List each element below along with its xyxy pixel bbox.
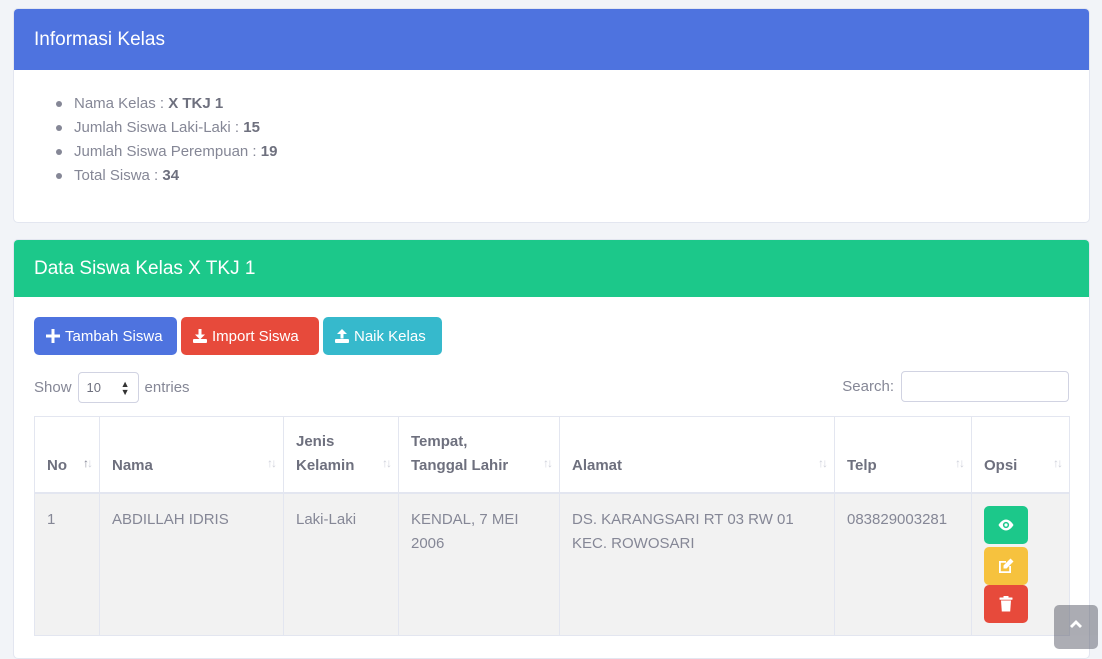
- edit-icon: [999, 558, 1014, 573]
- table-row: 1 ABDILLAH IDRIS Laki-Laki KENDAL, 7 MEI…: [34, 492, 1070, 636]
- cell-alamat: DS. KARANGSARI RT 03 RW 01 KEC. ROWOSARI: [559, 492, 835, 636]
- info-item-male-count: Jumlah Siswa Laki-Laki : 15: [56, 116, 1089, 140]
- table-search: Search:: [842, 371, 1069, 402]
- sort-icon: ↑↓: [543, 455, 553, 470]
- cell-jenis-kelamin: Laki-Laki: [283, 492, 399, 636]
- entries-length-control: Show 10 ▲ ▼ entries: [34, 372, 190, 403]
- class-info-card: Informasi Kelas Nama Kelas : X TKJ 1 Jum…: [13, 8, 1090, 223]
- student-table: No ↑↓ Nama ↑↓ Jenis Kelamin ↑↓ Tempat, Tangga…: [34, 416, 1070, 636]
- cell-no: 1: [34, 492, 100, 636]
- cell-nama: ABDILLAH IDRIS: [99, 492, 284, 636]
- col-header-alamat[interactable]: Alamat ↑↓: [559, 416, 835, 493]
- table-header-row: No ↑↓ Nama ↑↓ Jenis Kelamin ↑↓ Tempat, Tangga…: [34, 416, 1070, 493]
- sort-icon: ↑↓: [267, 455, 277, 470]
- col-header-nama[interactable]: Nama ↑↓: [99, 416, 284, 493]
- download-icon: [193, 329, 207, 343]
- delete-button[interactable]: [984, 584, 1028, 623]
- info-item-class-name: Nama Kelas : X TKJ 1: [56, 92, 1089, 116]
- col-header-opsi[interactable]: Opsi ↑↓: [971, 416, 1070, 493]
- add-student-button[interactable]: Tambah Siswa: [34, 317, 177, 355]
- search-input[interactable]: [901, 371, 1069, 402]
- col-header-telp[interactable]: Telp ↑↓: [834, 416, 972, 493]
- col-header-jenis-kelamin[interactable]: Jenis Kelamin ↑↓: [283, 416, 399, 493]
- chevron-up-icon: [1070, 620, 1082, 628]
- entries-label: entries: [144, 379, 190, 396]
- trash-icon: [999, 595, 1013, 611]
- plus-icon: [46, 329, 60, 343]
- cell-telp: 083829003281: [834, 492, 972, 636]
- col-header-no[interactable]: No ↑↓: [34, 416, 100, 493]
- select-caret-icon: ▲ ▼: [120, 378, 130, 397]
- class-info-list: Nama Kelas : X TKJ 1 Jumlah Siswa Laki-L…: [14, 92, 1089, 188]
- info-item-female-count: Jumlah Siswa Perempuan : 19: [56, 140, 1089, 164]
- show-label: Show: [34, 379, 72, 396]
- col-header-ttl[interactable]: Tempat, Tanggal Lahir ↑↓: [398, 416, 560, 493]
- student-data-card: Data Siswa Kelas X TKJ 1 Tambah Siswa Im…: [13, 239, 1090, 659]
- search-label: Search:: [842, 378, 894, 395]
- sort-icon: ↑↓: [955, 455, 965, 470]
- class-info-header: Informasi Kelas: [14, 9, 1089, 70]
- eye-icon: [998, 519, 1014, 530]
- upload-icon: [335, 329, 349, 343]
- action-buttons: Tambah Siswa Import Siswa Naik Kelas: [34, 317, 442, 355]
- sort-icon: ↑↓: [83, 455, 93, 470]
- sort-icon: ↑↓: [1053, 455, 1063, 470]
- promote-class-button[interactable]: Naik Kelas: [323, 317, 442, 355]
- class-info-title: Informasi Kelas: [34, 28, 165, 50]
- edit-button[interactable]: [984, 546, 1028, 585]
- entries-select[interactable]: 10 ▲ ▼: [77, 372, 139, 403]
- cell-ttl: KENDAL, 7 MEI 2006: [398, 492, 560, 636]
- student-data-header: Data Siswa Kelas X TKJ 1: [14, 240, 1089, 297]
- sort-icon: ↑↓: [382, 455, 392, 470]
- view-button[interactable]: [984, 505, 1028, 544]
- scroll-to-top-button[interactable]: [1054, 605, 1098, 649]
- sort-icon: ↑↓: [818, 455, 828, 470]
- import-student-button[interactable]: Import Siswa: [181, 317, 319, 355]
- info-item-total: Total Siswa : 34: [56, 164, 1089, 188]
- student-data-title: Data Siswa Kelas X TKJ 1: [34, 257, 256, 279]
